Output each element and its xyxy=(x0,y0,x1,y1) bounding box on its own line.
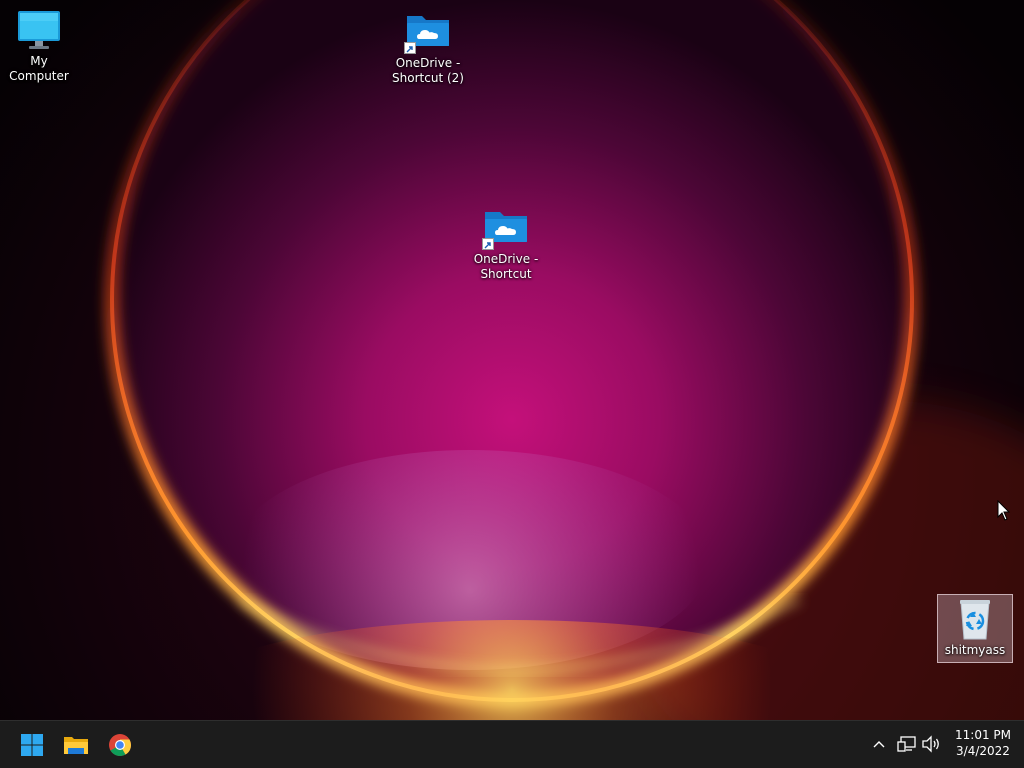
monitor-icon xyxy=(15,8,63,52)
chrome-icon xyxy=(109,734,131,756)
onedrive-shortcut-icon-tile[interactable]: OneDrive - Shortcut xyxy=(464,206,548,282)
shortcut-arrow-icon xyxy=(482,238,494,250)
clock-time: 11:01 PM xyxy=(955,728,1011,742)
network-button[interactable] xyxy=(896,733,918,755)
chrome-button[interactable] xyxy=(100,725,140,765)
onedrive-shortcut-label-line1: OneDrive - xyxy=(473,252,539,266)
onedrive-shortcut-2-icon-tile[interactable]: OneDrive - Shortcut (2) xyxy=(386,10,470,86)
mouse-cursor-icon xyxy=(997,500,1011,521)
recycle-bin-label: shitmyass xyxy=(944,643,1006,657)
volume-icon xyxy=(922,735,939,753)
file-explorer-button[interactable] xyxy=(56,725,96,765)
desktop[interactable]: My Computer OneDrive - Shortcut (2) OneD… xyxy=(0,0,1024,720)
onedrive-shortcut-label-line2: Shortcut xyxy=(480,267,532,281)
start-button[interactable] xyxy=(12,725,52,765)
clock-date: 3/4/2022 xyxy=(956,744,1010,758)
folder-icon xyxy=(64,737,88,754)
wallpaper-bloom xyxy=(0,0,1024,720)
show-hidden-icons-button[interactable] xyxy=(868,733,890,755)
onedrive-folder-icon xyxy=(404,10,452,54)
onedrive-shortcut-2-label-line1: OneDrive - xyxy=(395,56,461,70)
chevron-up-icon xyxy=(873,741,885,748)
my-computer-label: My Computer xyxy=(9,54,69,83)
my-computer-icon-tile[interactable]: My Computer xyxy=(0,8,81,84)
windows-logo-icon xyxy=(21,734,43,756)
onedrive-shortcut-2-label-line2: Shortcut (2) xyxy=(392,71,464,85)
onedrive-folder-icon xyxy=(482,206,530,250)
volume-button[interactable] xyxy=(920,733,942,755)
network-icon xyxy=(897,736,916,752)
recycle-bin-icon xyxy=(951,597,999,641)
recycle-bin-icon-tile[interactable]: shitmyass xyxy=(937,594,1013,663)
clock[interactable]: 11:01 PM 3/4/2022 xyxy=(948,727,1018,759)
taskbar: 11:01 PM 3/4/2022 xyxy=(0,720,1024,768)
shortcut-arrow-icon xyxy=(404,42,416,54)
